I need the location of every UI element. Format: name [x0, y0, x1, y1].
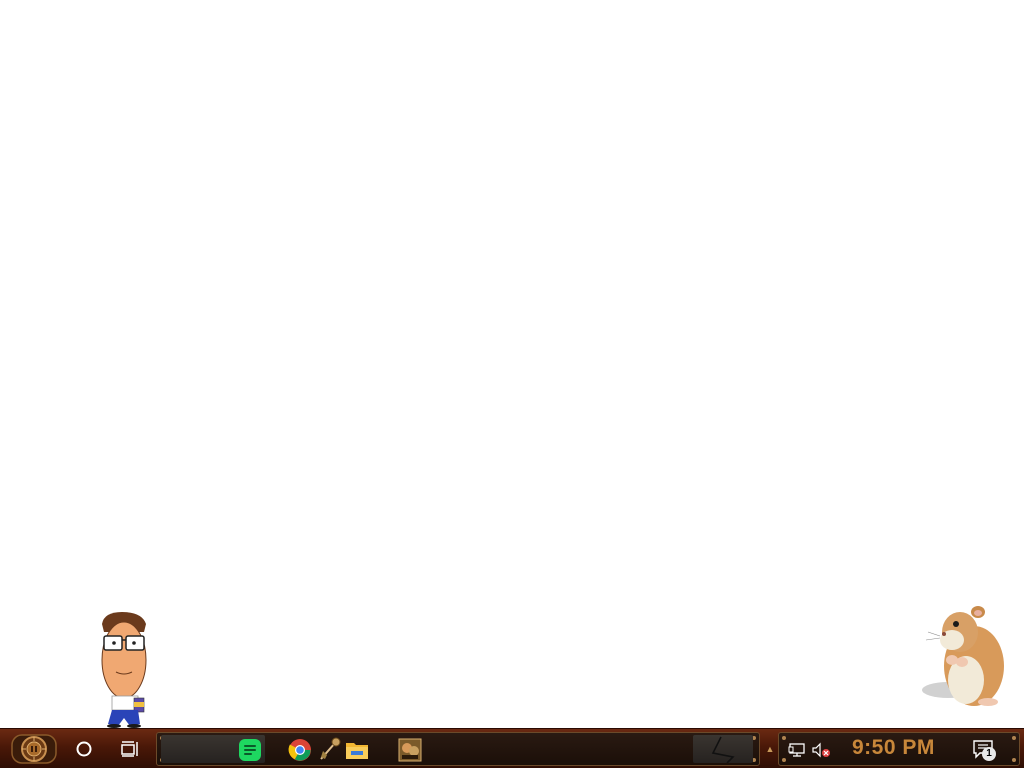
- chrome-taskbar-button[interactable]: [287, 737, 313, 763]
- network-tray-button[interactable]: [787, 741, 807, 759]
- hamster-mascot: [922, 606, 1004, 706]
- search-button[interactable]: [70, 735, 98, 763]
- brush-taskbar-button[interactable]: [317, 737, 343, 763]
- file-explorer-icon: [346, 743, 368, 759]
- notification-count-badge: 1: [982, 747, 996, 761]
- taskbar-apps-area: [156, 732, 760, 766]
- task-view-icon: [121, 741, 138, 757]
- chrome-icon: [288, 739, 311, 761]
- cortana-circle-icon: [76, 741, 92, 757]
- rivet: [1012, 758, 1016, 762]
- action-center-button[interactable]: 1: [970, 737, 998, 763]
- file-explorer-taskbar-button[interactable]: [344, 737, 370, 763]
- game-taskbar-button[interactable]: [397, 737, 423, 763]
- volume-muted-icon: [812, 742, 830, 758]
- spotify-icon: [239, 739, 261, 761]
- network-icon: [788, 743, 805, 757]
- taskbar-clock[interactable]: 9:50 PM: [852, 734, 952, 762]
- show-hidden-icons-button[interactable]: ▲: [765, 743, 775, 755]
- decorative-wire-icon: [711, 736, 735, 764]
- rivet: [782, 736, 786, 740]
- task-view-button[interactable]: [116, 735, 144, 763]
- cartoon-man-mascot: [101, 612, 147, 728]
- pinned-panel-right: [693, 735, 753, 764]
- game-thumbnail-icon: [398, 738, 422, 762]
- desktop: [0, 0, 1024, 728]
- start-button[interactable]: [8, 731, 60, 767]
- feather-brush-icon: [320, 737, 341, 760]
- spotify-taskbar-button[interactable]: [237, 737, 263, 763]
- volume-tray-button[interactable]: [811, 741, 831, 759]
- rivet: [1012, 736, 1016, 740]
- rivet: [782, 758, 786, 762]
- steampunk-start-orb-icon: [11, 734, 57, 764]
